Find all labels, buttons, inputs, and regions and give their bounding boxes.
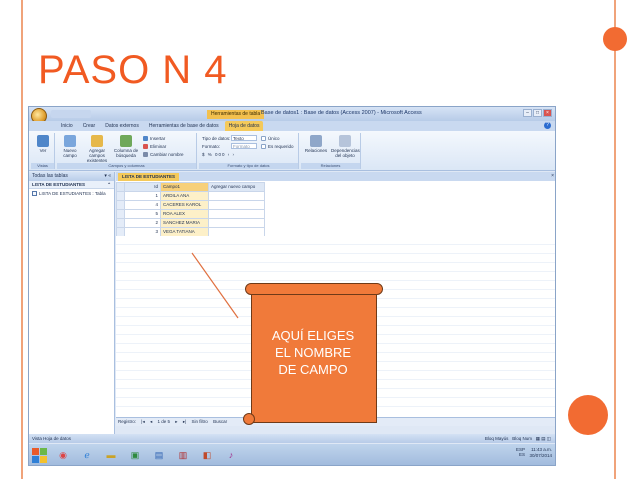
scroll-bottom-roll — [243, 413, 255, 425]
callout-line-2: EL NOMBRE — [274, 345, 352, 360]
scroll-top-roll — [245, 283, 383, 295]
callout-line-3: DE CAMPO — [278, 362, 348, 377]
callout-scroll: AQUÍ ELIGES EL NOMBRE DE CAMPO — [243, 283, 384, 430]
pointer-line — [191, 252, 239, 319]
callout-text: AQUÍ ELIGES EL NOMBRE DE CAMPO — [253, 327, 373, 378]
callout-line-1: AQUÍ ELIGES — [271, 328, 355, 343]
